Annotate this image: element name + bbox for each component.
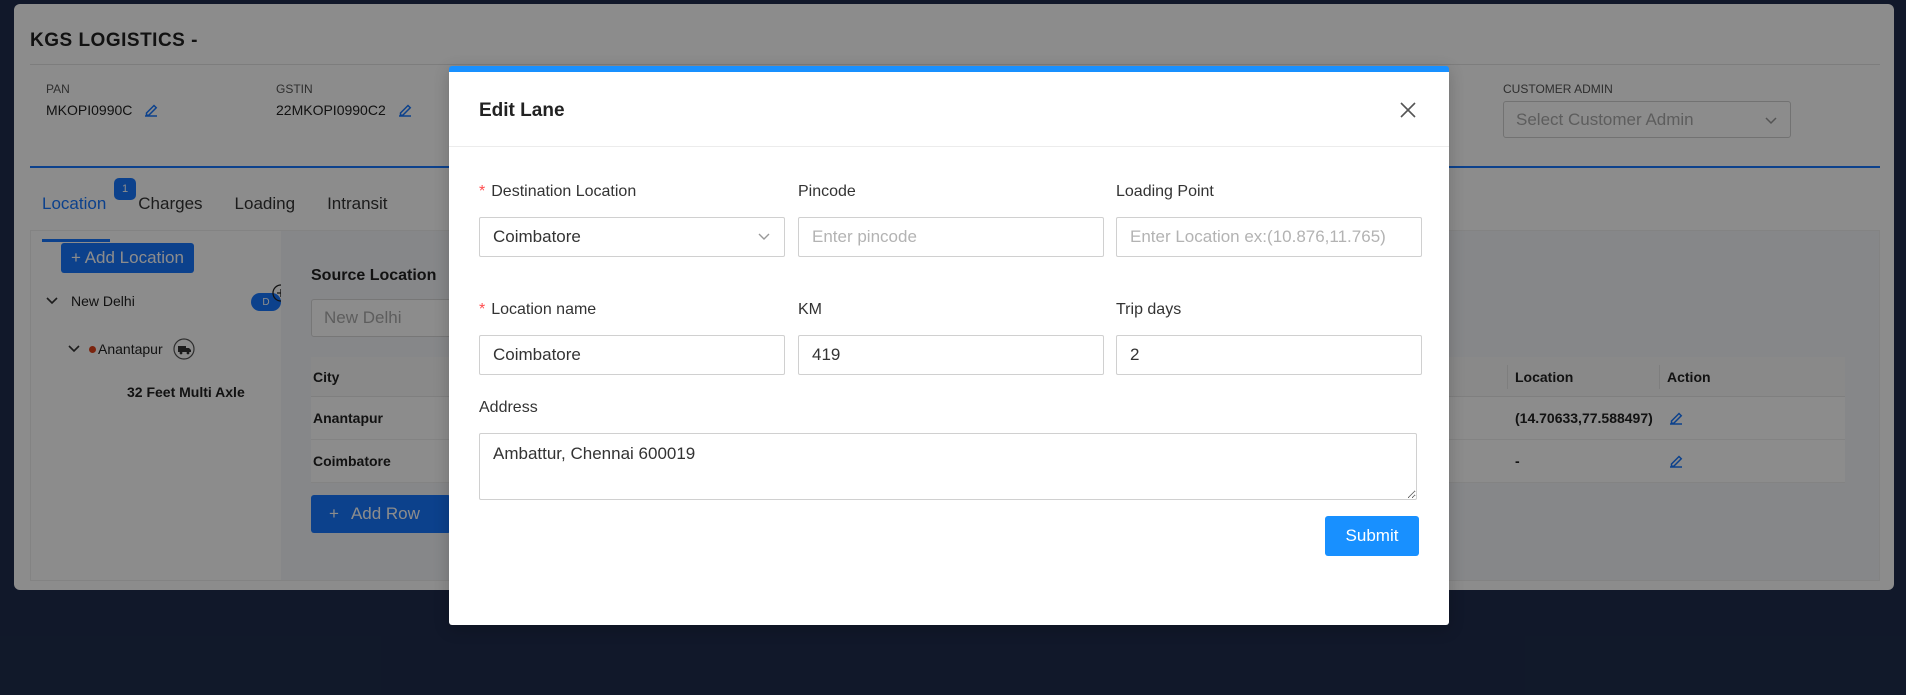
km-input[interactable] xyxy=(798,335,1104,375)
submit-button[interactable]: Submit xyxy=(1325,516,1419,556)
trip-days-label: Trip days xyxy=(1116,301,1182,318)
trip-days-field: Trip days xyxy=(1116,300,1422,375)
location-name-field: * Location name xyxy=(479,300,785,375)
modal-header: Edit Lane xyxy=(449,72,1449,147)
location-name-label-row: * Location name xyxy=(479,300,785,320)
pincode-label: Pincode xyxy=(798,183,856,200)
address-label: Address xyxy=(479,399,538,416)
loading-point-field: Loading Point xyxy=(1116,182,1422,257)
close-button[interactable] xyxy=(1399,100,1419,120)
location-name-input[interactable] xyxy=(479,335,785,375)
destination-label: Destination Location xyxy=(491,183,637,200)
chevron-down-icon xyxy=(757,230,771,244)
location-name-label: Location name xyxy=(491,301,597,318)
destination-value: Coimbatore xyxy=(493,227,581,246)
loading-point-input[interactable] xyxy=(1116,217,1422,257)
loading-point-label: Loading Point xyxy=(1116,183,1214,200)
address-field: Address Ambattur, Chennai 600019 xyxy=(479,398,1417,500)
close-icon xyxy=(1400,102,1416,118)
required-marker: * xyxy=(479,183,486,200)
required-marker: * xyxy=(479,301,486,318)
pincode-input[interactable] xyxy=(798,217,1104,257)
destination-select[interactable]: Coimbatore xyxy=(479,217,785,257)
km-label: KM xyxy=(798,301,822,318)
address-textarea[interactable]: Ambattur, Chennai 600019 xyxy=(479,433,1417,500)
destination-label-row: * Destination Location xyxy=(479,182,785,202)
edit-lane-modal: Edit Lane * Destination Location Coimbat… xyxy=(449,66,1449,625)
km-field: KM xyxy=(798,300,1104,375)
trip-days-input[interactable] xyxy=(1116,335,1422,375)
destination-field: * Destination Location Coimbatore xyxy=(479,182,785,257)
modal-title: Edit Lane xyxy=(479,100,565,121)
pincode-field: Pincode xyxy=(798,182,1104,257)
